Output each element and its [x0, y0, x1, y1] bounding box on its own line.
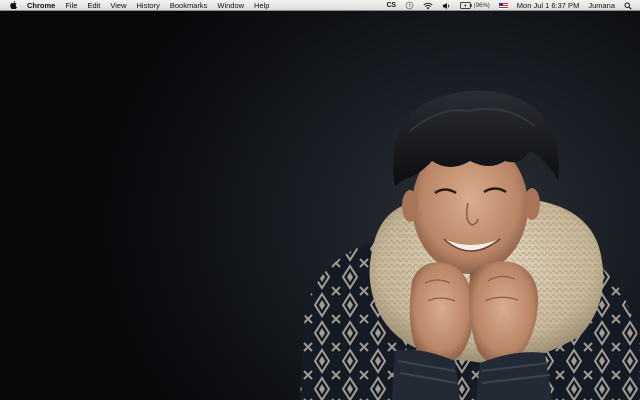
menu-bar-status: CS (96%) Mon Jul 1 6:37 PM Jumana: [387, 0, 640, 11]
battery-status[interactable]: (96%): [459, 0, 490, 11]
time-machine-icon[interactable]: [405, 0, 414, 11]
battery-percent: (96%): [473, 2, 490, 9]
menu-bar-left: Chrome File Edit View History Bookmarks …: [0, 0, 279, 10]
menu-bookmarks[interactable]: Bookmarks: [170, 0, 208, 11]
menu-edit[interactable]: Edit: [87, 0, 100, 11]
menu-window[interactable]: Window: [217, 0, 244, 11]
flag-icon: [498, 2, 508, 9]
menu-history[interactable]: History: [137, 0, 160, 11]
wifi-icon[interactable]: [423, 0, 433, 11]
input-source-flag[interactable]: [498, 0, 508, 11]
volume-icon[interactable]: [442, 0, 451, 11]
menu-app-chrome[interactable]: Chrome: [27, 0, 55, 11]
menu-view[interactable]: View: [110, 0, 126, 11]
menu-clock[interactable]: Mon Jul 1 6:37 PM: [517, 0, 580, 11]
menu-bar: Chrome File Edit View History Bookmarks …: [0, 0, 640, 11]
user-name[interactable]: Jumana: [588, 0, 615, 11]
menu-help[interactable]: Help: [254, 0, 269, 11]
menu-file[interactable]: File: [65, 0, 77, 11]
battery-icon: [459, 2, 472, 9]
spotlight-icon[interactable]: [624, 0, 632, 11]
desktop-screen: Chrome File Edit View History Bookmarks …: [0, 0, 640, 400]
apple-logo-icon[interactable]: [9, 1, 17, 10]
cs-status-item[interactable]: CS: [387, 0, 396, 11]
desktop-wallpaper: [0, 11, 640, 400]
wallpaper-portrait: [300, 90, 640, 400]
